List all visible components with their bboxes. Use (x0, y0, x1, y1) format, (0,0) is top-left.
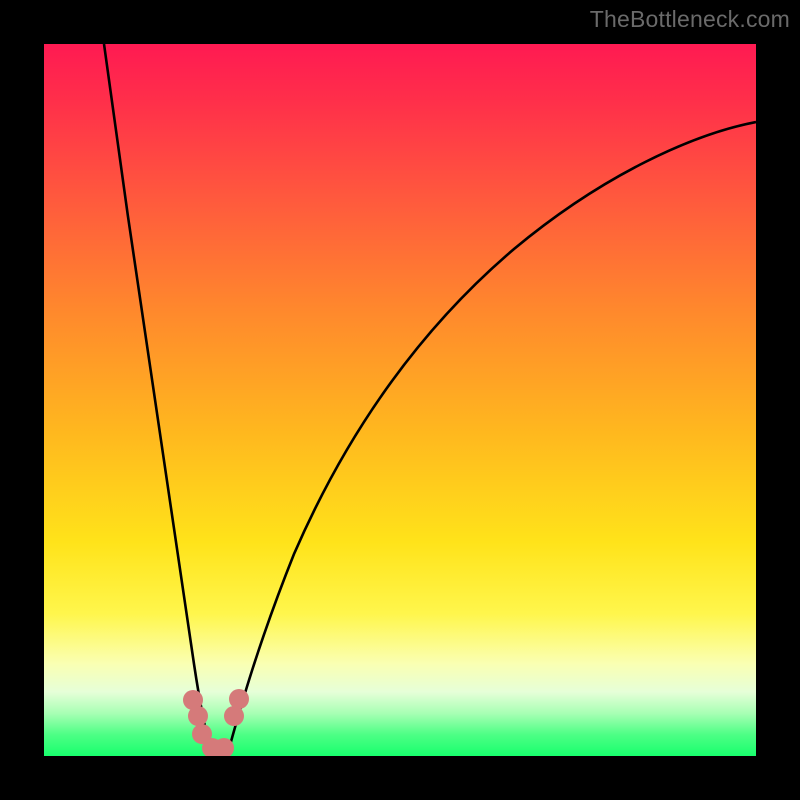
valley-markers (44, 44, 756, 756)
plot-area (44, 44, 756, 756)
marker-dot (229, 689, 249, 709)
chart-frame: TheBottleneck.com (0, 0, 800, 800)
marker-dot (224, 706, 244, 726)
watermark-text: TheBottleneck.com (590, 6, 790, 33)
marker-dot (188, 706, 208, 726)
